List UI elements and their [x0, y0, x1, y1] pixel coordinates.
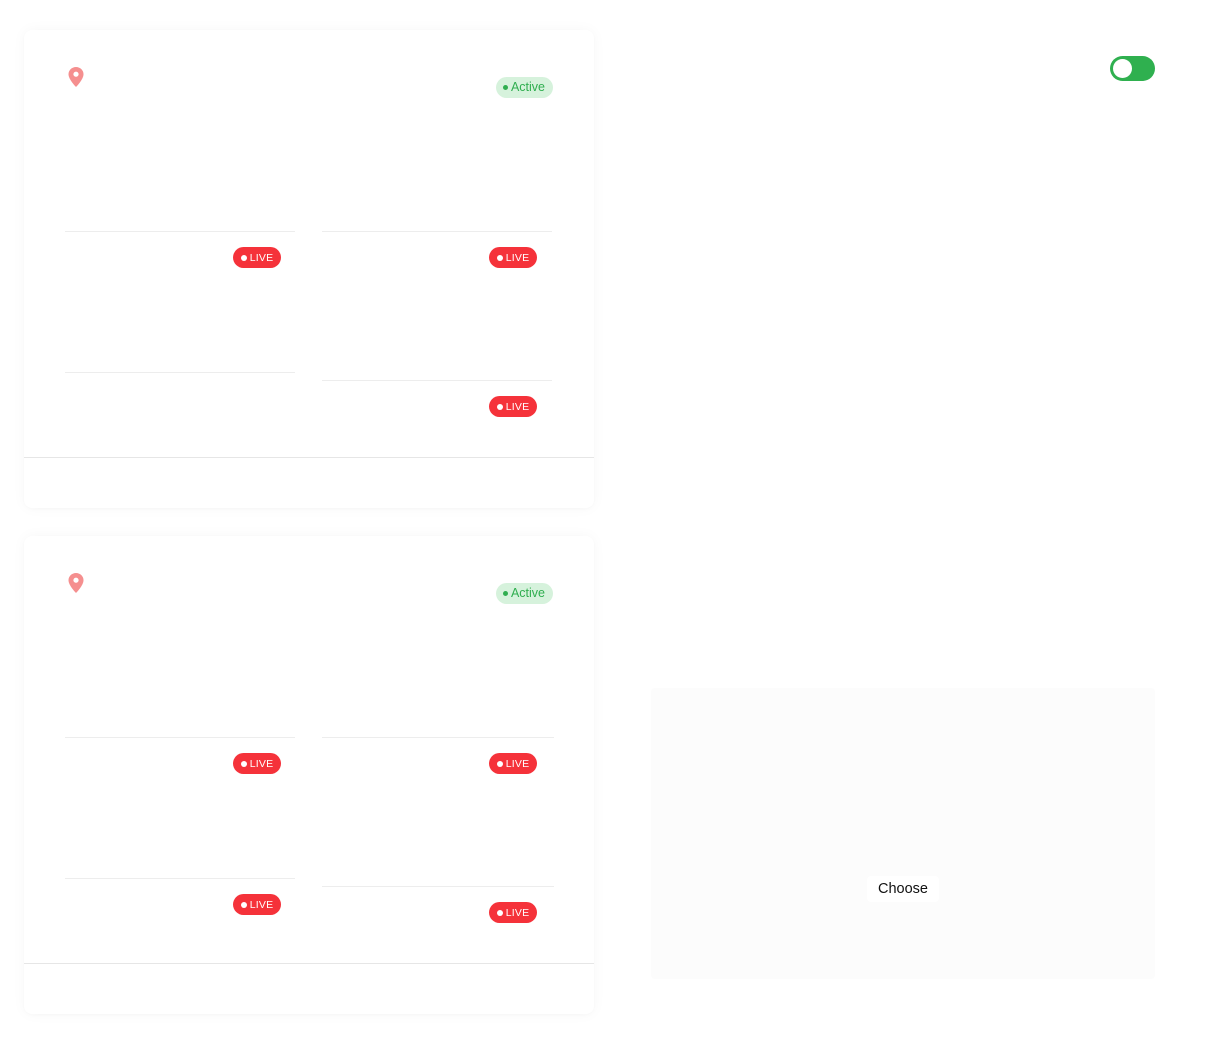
live-dot-icon	[496, 254, 503, 261]
camera-divider	[65, 737, 295, 738]
enable-toggle[interactable]	[1110, 56, 1155, 81]
toggle-knob	[1113, 59, 1132, 78]
live-badge: LIVE	[489, 753, 537, 774]
live-badge: LIVE	[489, 396, 537, 417]
camera-divider	[65, 372, 295, 373]
camera-divider	[322, 737, 554, 738]
status-dot-icon	[502, 591, 508, 596]
upload-panel: Choose	[651, 688, 1155, 979]
live-dot-icon	[240, 254, 247, 261]
camera-divider	[65, 231, 295, 232]
live-badge: LIVE	[233, 894, 281, 915]
status-dot-icon	[502, 85, 508, 90]
camera-divider	[322, 231, 552, 232]
live-dot-icon	[496, 403, 503, 410]
card-footer-divider	[24, 963, 594, 964]
choose-file-button[interactable]: Choose	[867, 876, 939, 902]
location-card[interactable]: Active LIVE LIVE LIVE	[24, 30, 594, 508]
status-badge: Active	[495, 583, 553, 604]
camera-divider	[65, 878, 295, 879]
card-footer-divider	[24, 457, 594, 458]
live-badge: LIVE	[233, 753, 281, 774]
live-badge: LIVE	[489, 902, 537, 923]
live-badge: LIVE	[489, 247, 537, 268]
location-card[interactable]: Active LIVE LIVE LIVE LIVE	[24, 536, 594, 1014]
live-badge: LIVE	[233, 247, 281, 268]
live-dot-icon	[496, 760, 503, 767]
live-dot-icon	[240, 760, 247, 767]
camera-divider	[322, 380, 552, 381]
live-dot-icon	[496, 909, 503, 916]
status-label: Active	[510, 80, 545, 94]
status-label: Active	[510, 586, 545, 600]
location-pin-icon	[68, 67, 84, 87]
location-pin-icon	[68, 573, 84, 593]
camera-divider	[322, 886, 554, 887]
status-badge: Active	[495, 77, 553, 98]
live-dot-icon	[240, 901, 247, 908]
